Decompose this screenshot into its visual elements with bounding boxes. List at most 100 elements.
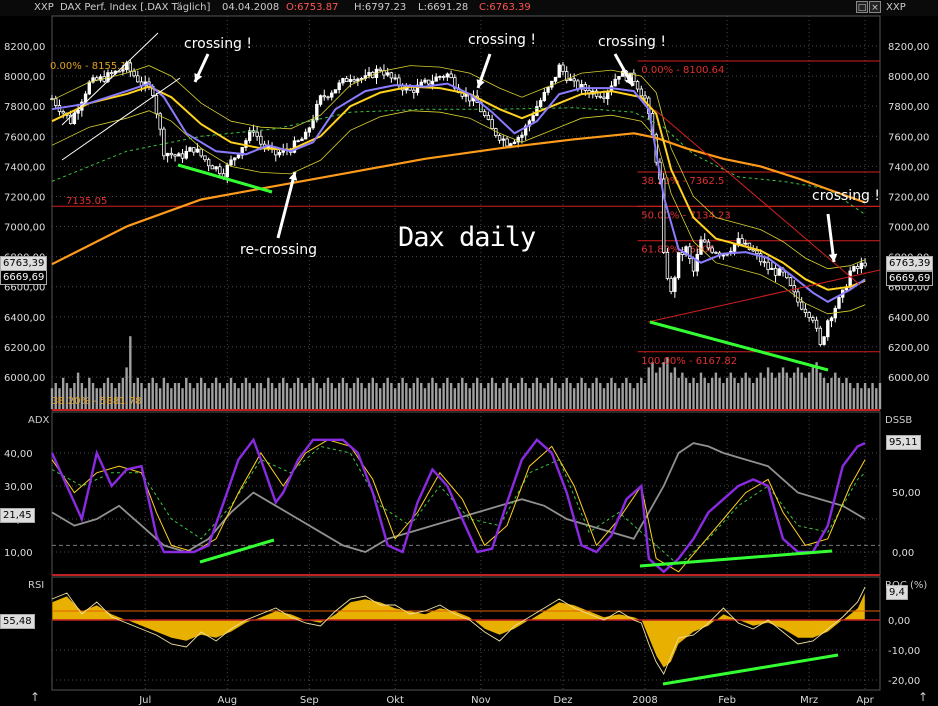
candle-body (296, 140, 300, 143)
candle-body (214, 166, 218, 170)
volume-bar (241, 383, 244, 409)
candle-body (206, 159, 211, 167)
candle-body (121, 69, 125, 72)
candle-body (61, 111, 65, 114)
price-tick-left: 6200,00 (4, 343, 45, 354)
volume-bar (151, 377, 154, 409)
volume-bar (382, 383, 386, 409)
date-tick-label: Sep (300, 695, 319, 706)
volume-bar (490, 377, 494, 409)
date-tick-label: 2008 (632, 695, 657, 706)
volume-bar (226, 383, 229, 409)
volume-bar (282, 377, 285, 409)
candle-body (199, 148, 203, 157)
volume-bar (587, 388, 591, 409)
scroll-up-icon[interactable]: ↑ (30, 690, 40, 704)
candle-body (695, 253, 699, 272)
candle-body (822, 336, 826, 345)
volume-bar (330, 383, 333, 409)
volume-bar (733, 377, 736, 409)
volume-bar (434, 383, 438, 409)
volume-bar (822, 377, 826, 409)
candle-body (863, 262, 867, 267)
fib-label: 100.00% - 6167.82 (641, 356, 737, 367)
volume-bar (438, 388, 442, 409)
volume-bar (405, 383, 408, 409)
date-tick-label: Dez (553, 695, 572, 706)
adx-value-box: 21,45 (0, 508, 35, 523)
volume-bar (326, 377, 330, 409)
volume-bar (300, 383, 304, 409)
volume-bar (692, 377, 695, 409)
volume-bar (371, 377, 374, 409)
candle-body (826, 320, 830, 338)
volume-bar (621, 383, 624, 409)
volume-bar (800, 372, 803, 409)
volume-bar (304, 388, 307, 409)
candle-body (714, 251, 718, 254)
volume-bar (296, 377, 300, 409)
volume-bar (826, 383, 829, 409)
roc-panel-label: ROC (%) (885, 580, 928, 591)
volume-bar (155, 383, 158, 409)
volume-bar (613, 383, 617, 409)
candle-body (561, 64, 565, 73)
volume-bar (576, 383, 580, 409)
candle-body (538, 100, 543, 107)
volume-bar (807, 372, 811, 409)
volume-bar (337, 383, 341, 409)
volume-bar (572, 388, 576, 409)
volume-bar (737, 383, 740, 409)
volume-bar (214, 377, 218, 409)
volume-bar (636, 383, 639, 409)
volume-bar (677, 377, 680, 409)
candle-body (277, 151, 282, 156)
dssb-panel-label: DSSB (885, 415, 913, 426)
candle-body (613, 78, 617, 87)
price-tick-left: 7400,00 (4, 162, 45, 173)
candle-body (195, 148, 200, 153)
fib-label: 38.20% - 7362.5 (641, 176, 724, 187)
candle-body (550, 80, 554, 88)
candle-body (673, 277, 677, 292)
volume-bar (188, 383, 192, 409)
rsi-panel-label: RSI (28, 580, 45, 591)
volume-bar (509, 383, 512, 409)
scroll-up-right-icon[interactable]: ↑ (918, 690, 928, 704)
adx-tick-left: 40,00 (4, 449, 33, 460)
adx-gray-line (51, 442, 866, 553)
candle-body (307, 127, 312, 133)
volume-bar (352, 383, 356, 409)
volume-bar (584, 383, 587, 409)
candle-body (259, 135, 263, 145)
candle-body (852, 265, 856, 272)
volume-bar (479, 383, 483, 409)
volume-bar (252, 388, 255, 409)
volume-bar (162, 377, 166, 409)
candle-body (807, 312, 811, 318)
adx-panel-frame (51, 411, 881, 576)
candle-body (132, 70, 136, 77)
volume-bar (360, 383, 363, 409)
volume-bar (640, 377, 643, 409)
volume-bar (625, 377, 628, 409)
volume-bar (539, 383, 542, 409)
volume-bar (442, 383, 445, 409)
volume-bar (207, 388, 210, 409)
adx-tick-left: 10,00 (4, 548, 33, 559)
candle-body (236, 154, 241, 159)
volume-bar (819, 372, 822, 409)
volume-bar (643, 383, 647, 409)
volume-bar (845, 377, 848, 409)
divergence-line-price-1 (177, 163, 273, 194)
volume-bar (308, 383, 311, 409)
volume-bar (841, 383, 844, 409)
volume-bar (561, 383, 565, 409)
volume-bar (386, 377, 389, 409)
candle-body (423, 79, 427, 83)
price-tick-left: 6000,00 (4, 373, 45, 384)
date-tick-label: Aug (218, 695, 238, 706)
candle-body (490, 119, 494, 130)
volume-bar (468, 388, 471, 409)
candle-body (326, 96, 330, 99)
